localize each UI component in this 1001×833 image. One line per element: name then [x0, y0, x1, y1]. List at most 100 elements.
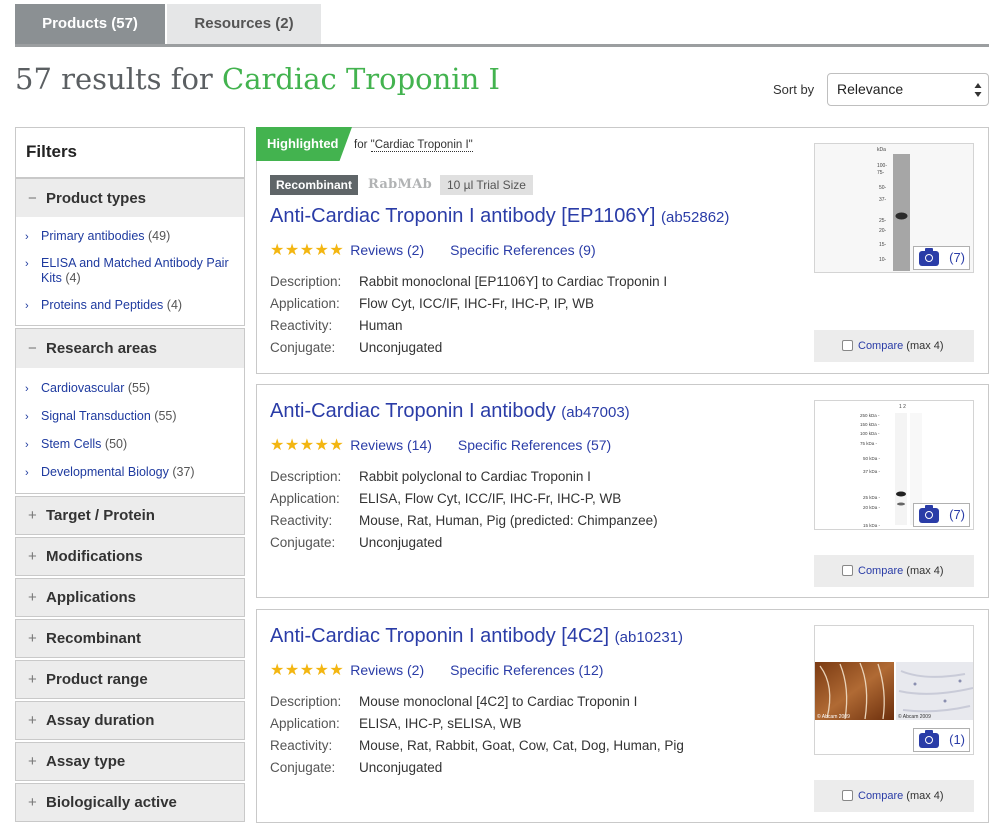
filter-item-signal-transduction[interactable]: › Signal Transduction (55): [25, 409, 236, 424]
svg-text:15-: 15-: [879, 242, 887, 248]
chevron-right-icon: ›: [25, 300, 29, 312]
reviews-link[interactable]: Reviews (14): [350, 437, 432, 453]
filter-biologically-active[interactable]: + Biologically active: [15, 783, 245, 822]
filter-item-cardiovascular[interactable]: › Cardiovascular (55): [25, 381, 236, 396]
product-properties: Description: Mouse monoclonal [4C2] to Ca…: [270, 691, 684, 779]
filter-product-range[interactable]: + Product range: [15, 660, 245, 699]
chevron-right-icon: ›: [25, 467, 29, 479]
svg-text:150 kDa -: 150 kDa -: [860, 422, 880, 427]
property-row: Description: Mouse monoclonal [4C2] to Ca…: [270, 694, 638, 709]
product-code: (ab10231): [614, 629, 684, 646]
camera-icon: [919, 505, 939, 523]
filter-recombinant[interactable]: + Recombinant: [15, 619, 245, 658]
star-rating-icon: ★★★★★: [270, 437, 345, 454]
sort-select[interactable]: Relevance: [827, 73, 989, 106]
compare-link[interactable]: Compare: [858, 340, 903, 352]
property-row: Application: Flow Cyt, ICC/IF, IHC-Fr, IH…: [270, 296, 595, 311]
product-code: (ab52862): [660, 209, 730, 226]
references-link[interactable]: Specific References (9): [450, 242, 596, 258]
filter-item-stem-cells[interactable]: › Stem Cells (50): [25, 437, 236, 452]
svg-text:100-: 100-: [877, 163, 887, 169]
svg-text:37-: 37-: [879, 197, 887, 203]
highlighted-tag: Highlighted: [256, 127, 352, 161]
copyright-text: © Abcam 2009: [898, 713, 931, 720]
camera-icon: [919, 730, 939, 748]
chevron-right-icon: ›: [25, 383, 29, 395]
compare-checkbox[interactable]: [842, 790, 853, 801]
chevron-right-icon: ›: [25, 411, 29, 423]
star-rating-icon: ★★★★★: [270, 662, 345, 679]
expand-icon: +: [28, 630, 37, 647]
filter-item-primary-antibodies[interactable]: › Primary antibodies (49): [25, 229, 236, 244]
sort-value: Relevance: [837, 81, 904, 97]
compare-control[interactable]: Compare (max 4): [814, 555, 974, 587]
filter-header-product-types[interactable]: − Product types: [16, 178, 244, 217]
tab-products[interactable]: Products (57): [15, 4, 165, 44]
filter-applications[interactable]: + Applications: [15, 578, 245, 617]
image-count-button[interactable]: (1): [913, 728, 970, 752]
property-row: Application: ELISA, IHC-P, sELISA, WB: [270, 716, 522, 731]
product-properties: Description: Rabbit polyclonal to Cardiac…: [270, 466, 658, 554]
filter-item-elisa-kits[interactable]: › ELISA and Matched Antibody Pair Kits (4…: [25, 256, 236, 286]
image-count-button[interactable]: (7): [913, 246, 970, 270]
product-title[interactable]: Anti-Cardiac Troponin I antibody (ab4700…: [270, 400, 630, 423]
image-count-button[interactable]: (7): [913, 503, 970, 527]
svg-text:75-: 75-: [877, 170, 885, 176]
expand-icon: +: [28, 507, 37, 524]
reviews-link[interactable]: Reviews (2): [350, 662, 424, 678]
property-row: Conjugate: Unconjugated: [270, 535, 443, 550]
filter-item-developmental-biology[interactable]: › Developmental Biology (37): [25, 465, 236, 480]
svg-text:15 kDa -: 15 kDa -: [863, 523, 881, 528]
camera-icon: [919, 248, 939, 266]
svg-text:37 kDa -: 37 kDa -: [863, 469, 881, 474]
compare-control[interactable]: Compare (max 4): [814, 780, 974, 812]
compare-link[interactable]: Compare: [858, 790, 903, 802]
property-row: Description: Rabbit monoclonal [EP1106Y] …: [270, 274, 668, 289]
filter-modifications[interactable]: + Modifications: [15, 537, 245, 576]
expand-icon: +: [28, 753, 37, 770]
compare-checkbox[interactable]: [842, 340, 853, 351]
filters-title: Filters: [15, 127, 245, 177]
product-image[interactable]: kDa 100- 75- 50- 37- 25- 20- 15- 10- (7): [814, 143, 974, 273]
compare-link[interactable]: Compare: [858, 565, 903, 577]
chevron-right-icon: ›: [25, 258, 29, 270]
filter-header-research-areas[interactable]: − Research areas: [16, 329, 244, 368]
property-row: Reactivity: Mouse, Rat, Rabbit, Goat, Cow…: [270, 738, 684, 753]
references-link[interactable]: Specific References (12): [450, 662, 603, 678]
filter-assay-duration[interactable]: + Assay duration: [15, 701, 245, 740]
compare-control[interactable]: Compare (max 4): [814, 330, 974, 362]
product-image[interactable]: © Abcam 2009 © Abcam 2009 (1): [814, 625, 974, 755]
expand-icon: +: [28, 712, 37, 729]
highlighted-query: for "Cardiac Troponin I": [354, 139, 473, 152]
tab-resources[interactable]: Resources (2): [167, 4, 321, 44]
reviews-link[interactable]: Reviews (2): [350, 242, 424, 258]
compare-checkbox[interactable]: [842, 565, 853, 576]
svg-text:75 kDa -: 75 kDa -: [860, 441, 878, 446]
svg-text:10-: 10-: [879, 257, 887, 263]
result-tabs: Products (57) Resources (2): [15, 4, 989, 47]
collapse-icon: −: [28, 190, 37, 207]
expand-icon: +: [28, 589, 37, 606]
references-link[interactable]: Specific References (57): [458, 437, 611, 453]
product-card: Anti-Cardiac Troponin I antibody (ab4700…: [256, 384, 989, 598]
product-image[interactable]: 1 2 250 kDa - 150 kDa - 100 kDa - 75 kDa…: [814, 400, 974, 530]
select-arrows-icon: [974, 83, 982, 97]
svg-text:100 kDa -: 100 kDa -: [860, 431, 880, 436]
svg-text:50 kDa -: 50 kDa -: [863, 456, 881, 461]
blot-lane-labels: 1 2: [899, 404, 906, 410]
filter-item-proteins-peptides[interactable]: › Proteins and Peptides (4): [25, 298, 236, 313]
property-row: Description: Rabbit polyclonal to Cardiac…: [270, 469, 591, 484]
filter-group-research-areas: − Research areas › Cardiovascular (55) › Si…: [15, 328, 245, 494]
product-title[interactable]: Anti-Cardiac Troponin I antibody [4C2] (…: [270, 625, 683, 648]
filter-target-protein[interactable]: + Target / Protein: [15, 496, 245, 535]
product-card: Anti-Cardiac Troponin I antibody [4C2] (…: [256, 609, 989, 823]
svg-text:25-: 25-: [879, 218, 887, 224]
product-title[interactable]: Anti-Cardiac Troponin I antibody [EP1106…: [270, 205, 729, 228]
expand-icon: +: [28, 548, 37, 565]
product-rating: ★★★★★ Reviews (14) Specific References (57…: [270, 435, 631, 455]
expand-icon: +: [28, 671, 37, 688]
filter-assay-type[interactable]: + Assay type: [15, 742, 245, 781]
copyright-text: © Abcam 2009: [817, 713, 850, 720]
rabmab-logo: RabMAb: [368, 177, 432, 192]
product-properties: Description: Rabbit monoclonal [EP1106Y] …: [270, 271, 667, 359]
